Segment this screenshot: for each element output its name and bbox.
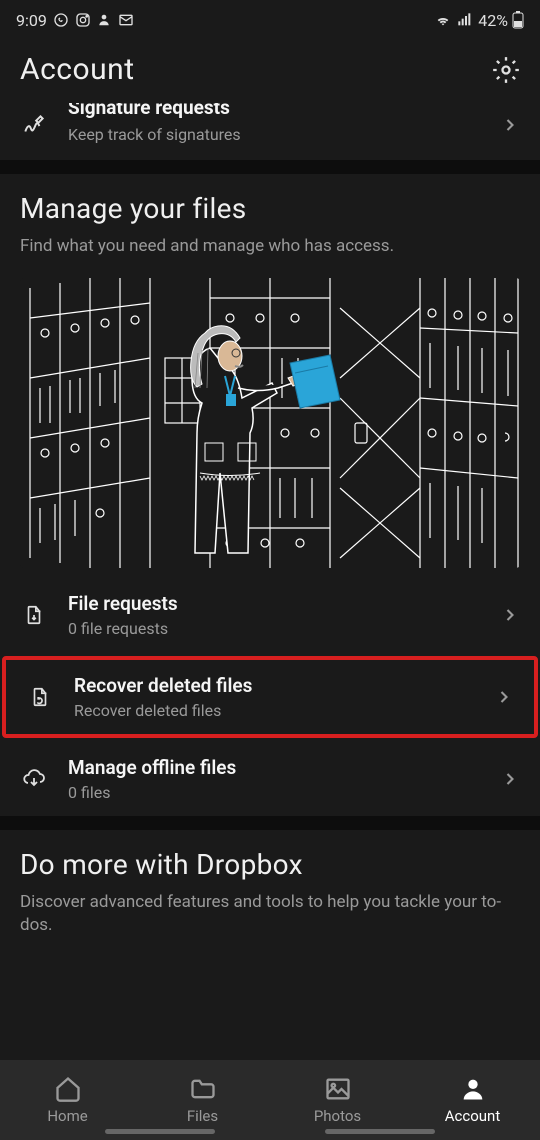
instagram-icon [75, 12, 91, 28]
nav-files-label: Files [187, 1107, 218, 1125]
file-requests-row[interactable]: File requests 0 file requests [0, 578, 540, 652]
whatsapp-icon [53, 12, 69, 28]
nav-account[interactable]: Account [405, 1060, 540, 1140]
gmail-icon [117, 12, 135, 28]
nav-account-label: Account [445, 1107, 501, 1125]
status-time: 9:09 [16, 11, 47, 30]
nav-photos-label: Photos [314, 1107, 361, 1125]
nav-files[interactable]: Files [135, 1060, 270, 1140]
bottom-nav: Home Files Photos Account [0, 1060, 540, 1140]
file-requests-sub: 0 file requests [68, 619, 480, 638]
signature-requests-row[interactable]: Signature requests Keep track of signatu… [0, 105, 540, 160]
signal-icon [456, 12, 474, 28]
chevron-right-icon [500, 605, 520, 625]
android-nav-bar [0, 1129, 540, 1134]
recover-deleted-title: Recover deleted files [74, 674, 474, 697]
account-icon [459, 1075, 487, 1103]
chevron-right-icon [500, 115, 520, 135]
person-icon [97, 12, 111, 28]
nav-home[interactable]: Home [0, 1060, 135, 1140]
file-requests-title: File requests [68, 592, 480, 615]
manage-offline-sub: 0 files [68, 783, 480, 802]
do-more-title: Do more with Dropbox [20, 848, 520, 881]
signature-requests-title: Signature requests [68, 103, 480, 119]
manage-files-sub: Find what you need and manage who has ac… [20, 235, 520, 258]
section-divider [0, 160, 540, 174]
highlight-annotation: Recover deleted files Recover deleted fi… [2, 656, 538, 738]
manage-files-section-header: Manage your files Find what you need and… [0, 174, 540, 270]
recover-file-icon [29, 685, 51, 709]
wifi-icon [434, 12, 452, 28]
nav-home-label: Home [47, 1107, 87, 1125]
home-icon [54, 1075, 82, 1103]
header: Account [0, 40, 540, 105]
recover-deleted-sub: Recover deleted files [74, 701, 474, 720]
settings-gear-icon[interactable] [492, 56, 520, 84]
photo-icon [324, 1075, 352, 1103]
manage-offline-files-row[interactable]: Manage offline files 0 files [0, 742, 540, 816]
file-request-icon [23, 603, 45, 627]
chevron-right-icon [500, 769, 520, 789]
do-more-sub: Discover advanced features and tools to … [20, 891, 520, 937]
nav-photos[interactable]: Photos [270, 1060, 405, 1140]
battery-percent: 42% [478, 11, 508, 30]
cloud-download-icon [21, 767, 47, 791]
section-divider [0, 816, 540, 830]
status-bar: 9:09 42% [0, 0, 540, 40]
manage-files-title: Manage your files [20, 192, 520, 225]
do-more-section-header: Do more with Dropbox Discover advanced f… [0, 830, 540, 949]
manage-offline-title: Manage offline files [68, 756, 480, 779]
battery-icon [512, 11, 524, 29]
signature-icon [21, 112, 47, 138]
recover-deleted-files-row[interactable]: Recover deleted files Recover deleted fi… [6, 660, 534, 734]
page-title: Account [20, 52, 135, 87]
chevron-right-icon [494, 687, 514, 707]
file-archive-illustration [20, 278, 520, 568]
status-app-icons [53, 12, 135, 28]
signature-requests-sub: Keep track of signatures [68, 125, 480, 144]
folder-icon [189, 1075, 217, 1103]
